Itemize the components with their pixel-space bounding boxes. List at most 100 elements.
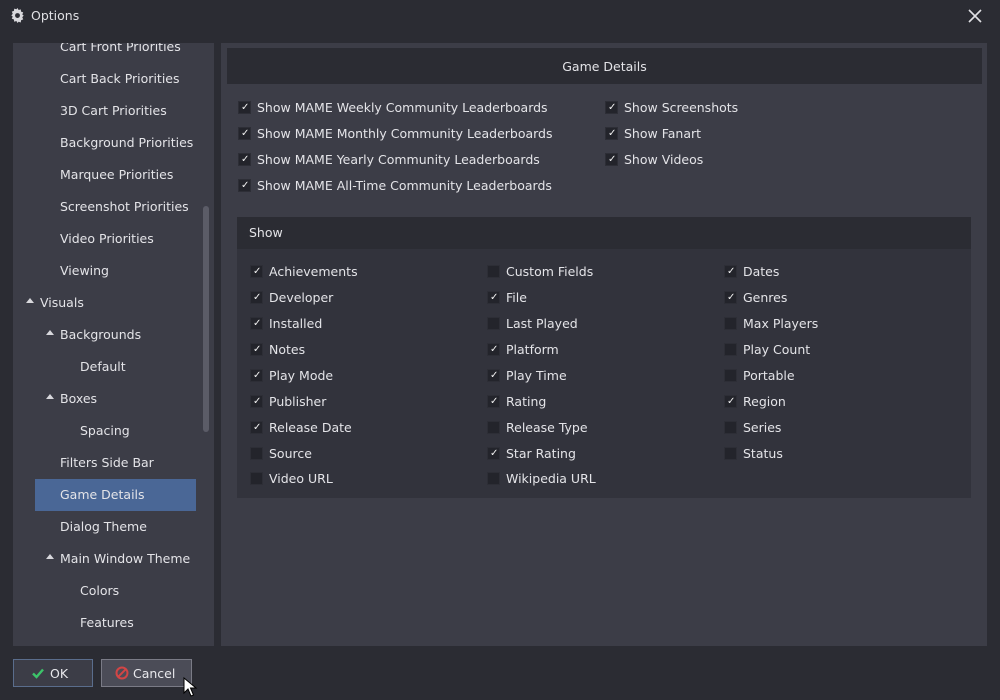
sidebar-item-boxes[interactable]: Boxes bbox=[13, 385, 203, 413]
checkbox-label: Show MAME Monthly Community Leaderboards bbox=[257, 126, 553, 141]
checked-box-icon[interactable]: ✓ bbox=[487, 291, 500, 304]
sidebar-item-label: Features bbox=[80, 615, 134, 630]
unchecked-box-icon[interactable]: ✓ bbox=[724, 343, 737, 356]
sidebar-item-cart-front-priorities[interactable]: Cart Front Priorities bbox=[13, 43, 203, 61]
checked-box-icon[interactable]: ✓ bbox=[250, 317, 263, 330]
sidebar-item-visuals[interactable]: Visuals bbox=[13, 289, 203, 317]
unchecked-box-icon[interactable]: ✓ bbox=[250, 472, 263, 485]
checkbox-label: Show Screenshots bbox=[624, 100, 739, 115]
checkbox-label: Custom Fields bbox=[506, 264, 594, 279]
sidebar-item-cart-back-priorities[interactable]: Cart Back Priorities bbox=[13, 65, 203, 93]
options-tree: Cart Front Priorities Cart Back Prioritie… bbox=[13, 43, 214, 646]
cancel-icon bbox=[115, 666, 129, 680]
checked-box-icon[interactable]: ✓ bbox=[487, 369, 500, 382]
checked-box-icon[interactable]: ✓ bbox=[487, 447, 500, 460]
checkbox-label: Publisher bbox=[269, 394, 327, 409]
checked-box-icon[interactable]: ✓ bbox=[487, 343, 500, 356]
ok-button-label: OK bbox=[50, 666, 69, 681]
sidebar-item-features[interactable]: Features bbox=[13, 609, 203, 637]
expand-arrow-icon[interactable] bbox=[46, 330, 54, 335]
checkbox-label: Status bbox=[743, 446, 783, 461]
checkbox-label: Show Videos bbox=[624, 152, 704, 167]
ok-button[interactable]: OK bbox=[13, 659, 93, 687]
window-title: Options bbox=[31, 8, 80, 23]
checked-box-icon[interactable]: ✓ bbox=[605, 127, 618, 140]
checked-box-icon[interactable]: ✓ bbox=[250, 421, 263, 434]
sidebar-item-label: Video Priorities bbox=[60, 231, 154, 246]
unchecked-box-icon[interactable]: ✓ bbox=[724, 447, 737, 460]
checked-box-icon[interactable]: ✓ bbox=[238, 153, 251, 166]
sidebar-item-label: Viewing bbox=[60, 263, 109, 278]
checkbox-label: Achievements bbox=[269, 264, 358, 279]
checked-box-icon[interactable]: ✓ bbox=[724, 395, 737, 408]
unchecked-box-icon[interactable]: ✓ bbox=[487, 421, 500, 434]
checked-box-icon[interactable]: ✓ bbox=[238, 179, 251, 192]
unchecked-box-icon[interactable]: ✓ bbox=[487, 317, 500, 330]
sidebar-item-video-priorities[interactable]: Video Priorities bbox=[13, 225, 203, 253]
unchecked-box-icon[interactable]: ✓ bbox=[250, 447, 263, 460]
checkbox-label: Dates bbox=[743, 264, 780, 279]
sidebar-item-spacing[interactable]: Spacing bbox=[13, 417, 203, 445]
checkbox-label: Genres bbox=[743, 290, 788, 305]
close-icon[interactable] bbox=[966, 7, 984, 25]
checked-box-icon[interactable]: ✓ bbox=[250, 291, 263, 304]
sidebar-item-viewing[interactable]: Viewing bbox=[13, 257, 203, 285]
check-icon bbox=[32, 668, 44, 679]
sidebar-item-marquee-priorities[interactable]: Marquee Priorities bbox=[13, 161, 203, 189]
expand-arrow-icon[interactable] bbox=[46, 394, 54, 399]
checked-box-icon[interactable]: ✓ bbox=[250, 343, 263, 356]
checkbox-label: Release Type bbox=[506, 420, 588, 435]
checked-box-icon[interactable]: ✓ bbox=[487, 395, 500, 408]
unchecked-box-icon[interactable]: ✓ bbox=[487, 472, 500, 485]
checked-box-icon[interactable]: ✓ bbox=[605, 153, 618, 166]
checkbox-label: Max Players bbox=[743, 316, 819, 331]
sidebar-item-game-details[interactable]: Game Details bbox=[35, 479, 196, 511]
checked-box-icon[interactable]: ✓ bbox=[250, 369, 263, 382]
sidebar-item-label: Marquee Priorities bbox=[60, 167, 174, 182]
checked-box-icon[interactable]: ✓ bbox=[238, 101, 251, 114]
sidebar-item-3d-cart-priorities[interactable]: 3D Cart Priorities bbox=[13, 97, 203, 125]
checkbox-label: Region bbox=[743, 394, 786, 409]
sidebar-item-main-window-theme[interactable]: Main Window Theme bbox=[13, 545, 203, 573]
expand-arrow-icon[interactable] bbox=[26, 298, 34, 303]
sidebar-item-label: Boxes bbox=[60, 391, 98, 406]
sidebar-item-background-priorities[interactable]: Background Priorities bbox=[13, 129, 203, 157]
checkbox-label: Play Mode bbox=[269, 368, 334, 383]
expand-arrow-icon[interactable] bbox=[46, 554, 54, 559]
checkbox-label: Source bbox=[269, 446, 312, 461]
sidebar-item-label: Backgrounds bbox=[60, 327, 142, 342]
sidebar-item-screenshot-priorities[interactable]: Screenshot Priorities bbox=[13, 193, 203, 221]
checked-box-icon[interactable]: ✓ bbox=[605, 101, 618, 114]
sidebar-item-label: Screenshot Priorities bbox=[60, 199, 189, 214]
sidebar-item-filters-side-bar[interactable]: Filters Side Bar bbox=[13, 449, 203, 477]
checkbox-label: Release Date bbox=[269, 420, 352, 435]
cancel-button[interactable]: Cancel bbox=[101, 659, 192, 687]
sidebar-item-backgrounds[interactable]: Backgrounds bbox=[13, 321, 203, 349]
sidebar-item-label: Game Details bbox=[60, 487, 145, 502]
checkbox-label: Show MAME Weekly Community Leaderboards bbox=[257, 100, 548, 115]
checkbox-label: Wikipedia URL bbox=[506, 471, 596, 486]
cancel-button-label: Cancel bbox=[133, 666, 176, 681]
unchecked-box-icon[interactable]: ✓ bbox=[487, 265, 500, 278]
unchecked-box-icon[interactable]: ✓ bbox=[724, 369, 737, 382]
checked-box-icon[interactable]: ✓ bbox=[238, 127, 251, 140]
title-bar: Options bbox=[0, 0, 1000, 32]
sidebar-item-dialog-theme[interactable]: Dialog Theme bbox=[13, 513, 203, 541]
checkbox-label: Installed bbox=[269, 316, 323, 331]
checked-box-icon[interactable]: ✓ bbox=[250, 395, 263, 408]
checkbox-label: Rating bbox=[506, 394, 547, 409]
checked-box-icon[interactable]: ✓ bbox=[724, 291, 737, 304]
sidebar-scrollbar[interactable] bbox=[203, 206, 209, 432]
sidebar-item-colors[interactable]: Colors bbox=[13, 577, 203, 605]
checked-box-icon[interactable]: ✓ bbox=[250, 265, 263, 278]
checked-box-icon[interactable]: ✓ bbox=[724, 265, 737, 278]
unchecked-box-icon[interactable]: ✓ bbox=[724, 317, 737, 330]
sidebar-item-label: Cart Back Priorities bbox=[60, 71, 180, 86]
sidebar-item-default[interactable]: Default bbox=[13, 353, 203, 381]
checkbox-label: Developer bbox=[269, 290, 334, 305]
checkbox-label: Show MAME Yearly Community Leaderboards bbox=[257, 152, 540, 167]
checkbox-label: Notes bbox=[269, 342, 306, 357]
unchecked-box-icon[interactable]: ✓ bbox=[724, 421, 737, 434]
game-details-panel: Game Details ✓ Show MAME Weekly Community… bbox=[221, 43, 987, 646]
sidebar-item-label: Cart Front Priorities bbox=[60, 43, 181, 54]
